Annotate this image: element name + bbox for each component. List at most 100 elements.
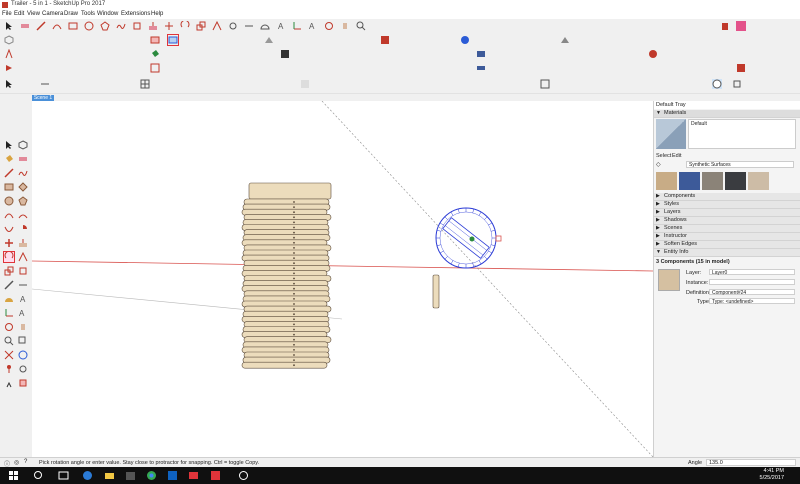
menu-view[interactable]: View: [27, 11, 40, 17]
scale-icon[interactable]: [4, 266, 14, 276]
menu-extensions[interactable]: Extensions: [121, 11, 150, 17]
outlook-icon[interactable]: [167, 470, 178, 481]
text-tool-icon[interactable]: A: [276, 21, 286, 31]
views-iso-icon[interactable]: [4, 35, 14, 45]
circle-icon[interactable]: [4, 196, 14, 206]
task-view-icon[interactable]: [58, 470, 69, 481]
eraser-icon[interactable]: [18, 154, 28, 164]
tab-edit[interactable]: Edit: [672, 153, 681, 159]
tape-measure-icon[interactable]: [4, 280, 14, 290]
pie-icon[interactable]: [18, 224, 28, 234]
polygon-icon[interactable]: [18, 196, 28, 206]
entity-material-swatch[interactable]: [658, 269, 680, 291]
shadows-icon[interactable]: [560, 35, 570, 45]
walk-icon[interactable]: [540, 79, 550, 89]
pan-icon[interactable]: [18, 322, 28, 332]
dynamic-components-icon[interactable]: [476, 49, 486, 59]
material-swatch-2[interactable]: [679, 172, 700, 190]
freehand-icon[interactable]: [18, 168, 28, 178]
soften-edges-panel-header[interactable]: ▶ Soften Edges: [654, 241, 800, 249]
rectangle-icon[interactable]: [4, 182, 14, 192]
zoom-extents-icon[interactable]: [4, 350, 14, 360]
circle-tool-icon[interactable]: [84, 21, 94, 31]
large-tool-set-icon[interactable]: [4, 49, 14, 59]
move-icon[interactable]: [4, 238, 14, 248]
shadows-panel-header[interactable]: ▶ Shadows: [654, 217, 800, 225]
components-panel-header[interactable]: ▶ Components: [654, 193, 800, 201]
system-clock[interactable]: 4:41 PM 5/25/2017: [760, 468, 784, 482]
location-icon[interactable]: [736, 63, 746, 73]
push-pull-icon[interactable]: [18, 238, 28, 248]
model-viewport[interactable]: [32, 101, 653, 457]
position-camera-icon[interactable]: [4, 364, 14, 374]
paint-icon[interactable]: [4, 154, 14, 164]
pencil-icon[interactable]: [4, 168, 14, 178]
layers-panel-header[interactable]: ▶ Layers: [654, 209, 800, 217]
materials-panel-header[interactable]: ▼ Materials: [654, 110, 800, 118]
3d-text-icon[interactable]: A: [18, 308, 28, 318]
extension-warehouse-icon[interactable]: [736, 21, 746, 31]
move-tool-icon[interactable]: [164, 21, 174, 31]
select-tool-icon[interactable]: [4, 21, 14, 31]
app-icon[interactable]: [238, 470, 249, 481]
protractor-icon[interactable]: [4, 294, 14, 304]
instructor-panel-header[interactable]: ▶ Instructor: [654, 233, 800, 241]
section-plane-icon[interactable]: [460, 35, 470, 45]
material-swatch-1[interactable]: [656, 172, 677, 190]
rotate-tool-icon[interactable]: [180, 21, 190, 31]
styles-panel-header[interactable]: ▶ Styles: [654, 201, 800, 209]
chrome-icon[interactable]: [146, 470, 157, 481]
start-icon[interactable]: [8, 470, 19, 481]
type-select[interactable]: Type: <undefined>: [709, 298, 795, 305]
rotated-rectangle-icon[interactable]: [18, 182, 28, 192]
tab-select[interactable]: Select: [656, 153, 671, 159]
edge-icon[interactable]: [82, 470, 93, 481]
material-library-select[interactable]: Synthetic Surfaces: [686, 161, 794, 168]
back-arrow-icon[interactable]: ◇: [656, 161, 668, 168]
help-icon[interactable]: ?: [24, 459, 27, 465]
make-component-icon[interactable]: [18, 140, 28, 150]
definition-field[interactable]: Component#24: [709, 289, 795, 296]
line-tool-icon[interactable]: [36, 21, 46, 31]
material-name-field[interactable]: Default: [688, 119, 796, 149]
layer-select[interactable]: Layer0: [709, 269, 795, 276]
rotate-icon[interactable]: [3, 251, 15, 263]
entity-info-panel-header[interactable]: ▼ Entity Info: [654, 249, 800, 257]
mail-icon[interactable]: [188, 470, 199, 481]
search-icon[interactable]: [33, 470, 44, 481]
styles-icon[interactable]: [648, 49, 658, 59]
pan-tool-icon[interactable]: [340, 21, 350, 31]
arc-icon[interactable]: [4, 210, 14, 220]
warehouse-icon[interactable]: [720, 21, 730, 31]
section-plane-tool-icon[interactable]: [18, 378, 28, 388]
geo-icon[interactable]: ◎: [14, 459, 19, 466]
menu-camera[interactable]: Camera: [42, 11, 63, 17]
arc-tool-icon[interactable]: [52, 21, 62, 31]
axes-icon[interactable]: [4, 308, 14, 318]
previous-view-icon[interactable]: [18, 350, 28, 360]
material-swatch-3[interactable]: [702, 172, 723, 190]
measurements-icon[interactable]: [476, 63, 486, 73]
menu-file[interactable]: File: [2, 11, 12, 17]
rectangle-tool-icon[interactable]: [68, 21, 78, 31]
material-swatch-5[interactable]: [748, 172, 769, 190]
text-icon[interactable]: A: [18, 294, 28, 304]
tape-measure-tool-icon[interactable]: [228, 21, 238, 31]
menu-tools[interactable]: Tools: [81, 11, 95, 17]
grid-icon[interactable]: [140, 79, 150, 89]
instance-field[interactable]: [709, 279, 795, 285]
eraser-tool-icon[interactable]: [20, 21, 30, 31]
orbit-tool-icon[interactable]: [324, 21, 334, 31]
follow-me-icon[interactable]: [18, 252, 28, 262]
push-pull-tool-icon[interactable]: [148, 21, 158, 31]
solid-tools-icon[interactable]: [380, 35, 390, 45]
polygon-tool-icon[interactable]: [100, 21, 110, 31]
paint-bucket-icon[interactable]: [150, 49, 160, 59]
component-options-icon[interactable]: [280, 49, 290, 59]
model-info-icon[interactable]: [712, 79, 722, 89]
sketchup-taskbar-icon[interactable]: [210, 470, 221, 481]
three-point-arc-icon[interactable]: [4, 224, 14, 234]
walk-tool-icon[interactable]: [4, 378, 14, 388]
material-swatch-4[interactable]: [725, 172, 746, 190]
zoom-window-icon[interactable]: [18, 336, 28, 346]
